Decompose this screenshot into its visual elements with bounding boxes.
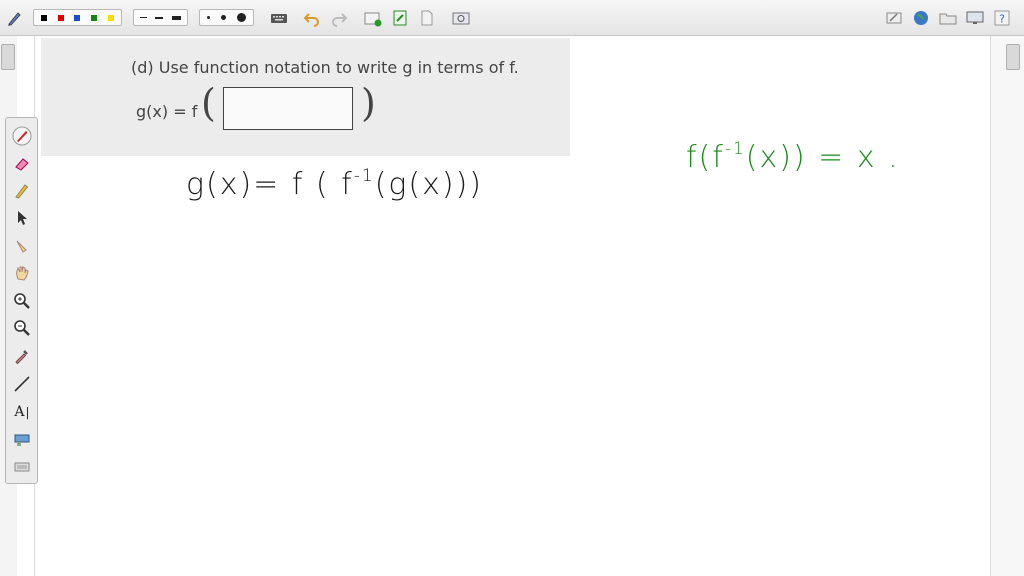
side-toolbar: A | <box>5 117 38 484</box>
zoom-out-icon[interactable] <box>12 318 32 338</box>
right-panel-toggle[interactable] <box>1006 44 1020 70</box>
problem-lhs: g(x) = f <box>136 102 198 121</box>
select-hand-icon[interactable] <box>12 236 32 256</box>
shape-icon[interactable] <box>12 430 32 450</box>
large-dot-option[interactable] <box>236 13 246 22</box>
color-palette <box>33 9 122 26</box>
text-tool-label: A <box>14 404 25 420</box>
answer-part-2: (g(x))) <box>374 167 483 202</box>
help-icon[interactable]: ? <box>993 9 1011 27</box>
color-red-swatch[interactable] <box>57 14 64 21</box>
folder-icon[interactable] <box>939 9 957 27</box>
monitor-icon[interactable] <box>966 9 984 27</box>
page-icon[interactable] <box>418 9 436 27</box>
top-toolbar: ? <box>0 0 1024 36</box>
close-paren: ) <box>361 81 376 125</box>
eyedropper-icon[interactable] <box>12 346 32 366</box>
small-dot-option[interactable] <box>207 16 211 19</box>
eraser-icon[interactable] <box>12 154 32 174</box>
thin-line-option[interactable] <box>140 17 148 18</box>
open-paren: ( <box>201 81 216 125</box>
line-icon[interactable] <box>12 374 32 394</box>
answer-part-1: g(x)= f ( f <box>186 167 354 202</box>
screen-capture-icon[interactable] <box>452 9 470 27</box>
handwritten-identity: f(f-1(x)) = x . <box>686 139 900 175</box>
line-width-group <box>133 9 188 26</box>
svg-text:?: ? <box>999 13 1005 26</box>
text-tool-icon[interactable]: A | <box>12 402 32 422</box>
problem-snapshot: (d) Use function notation to write g in … <box>41 38 570 156</box>
problem-instruction: (d) Use function notation to write g in … <box>131 58 519 77</box>
right-rail <box>991 36 1024 576</box>
undo-icon[interactable] <box>303 9 321 27</box>
pen-settings-icon[interactable] <box>6 9 24 27</box>
pen-size-group <box>199 9 254 26</box>
highlighter-icon[interactable] <box>12 181 32 201</box>
left-panel-toggle[interactable] <box>1 44 15 70</box>
page-right-border <box>990 36 991 576</box>
eraser-clear-icon[interactable] <box>885 9 903 27</box>
pan-hand-icon[interactable] <box>12 263 32 283</box>
new-page-icon[interactable] <box>364 9 382 27</box>
identity-superscript: -1 <box>724 139 746 159</box>
color-black-swatch[interactable] <box>41 14 48 21</box>
pen-icon[interactable] <box>12 126 32 146</box>
text-cursor-glyph: | <box>25 405 30 419</box>
globe-icon[interactable] <box>912 9 930 27</box>
color-blue-swatch[interactable] <box>74 14 81 21</box>
color-yellow-swatch[interactable] <box>107 14 114 21</box>
medium-line-option[interactable] <box>155 16 164 19</box>
redo-icon[interactable] <box>330 9 348 27</box>
identity-part-2: (x)) = x . <box>745 140 900 175</box>
answer-box[interactable] <box>223 87 353 130</box>
zoom-in-icon[interactable] <box>12 291 32 311</box>
more-icon[interactable] <box>12 457 32 477</box>
insert-icon[interactable] <box>391 9 409 27</box>
answer-superscript: -1 <box>353 166 375 186</box>
color-green-swatch[interactable] <box>91 14 98 21</box>
handwritten-answer: g(x)= f ( f-1(g(x))) <box>186 166 483 202</box>
pointer-icon[interactable] <box>12 208 32 228</box>
identity-part-1: f(f <box>686 140 725 175</box>
keyboard-icon[interactable] <box>270 9 288 27</box>
thick-line-option[interactable] <box>171 15 181 20</box>
medium-dot-option[interactable] <box>220 15 226 20</box>
